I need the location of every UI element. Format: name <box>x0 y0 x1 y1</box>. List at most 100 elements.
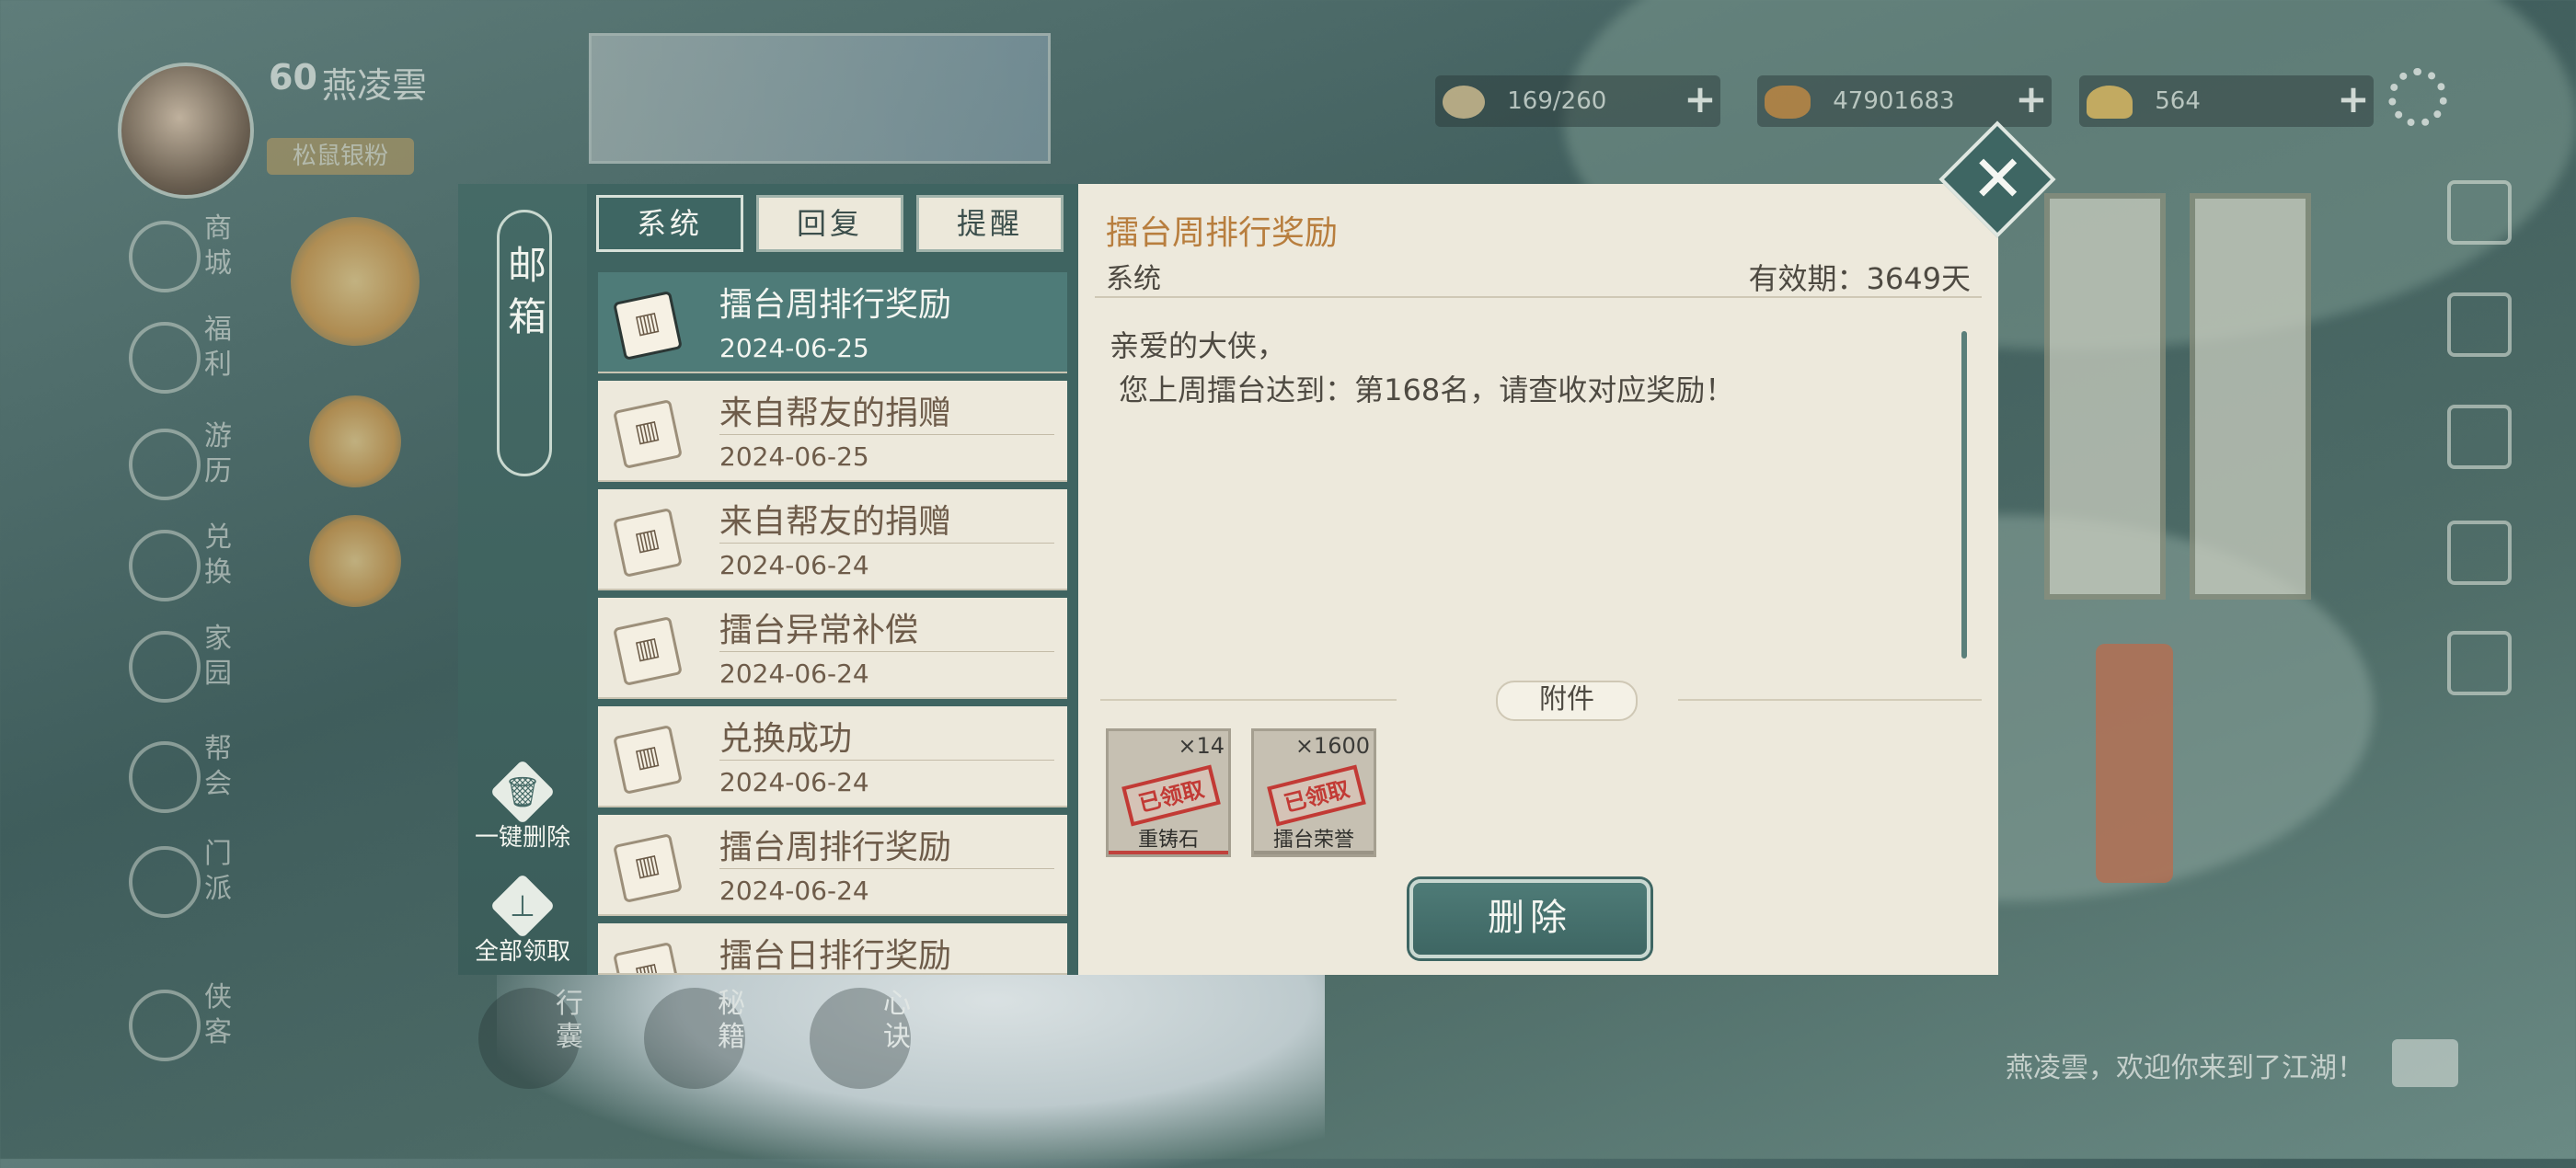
event-orb-icon[interactable] <box>291 217 420 346</box>
mail-item-date: 2024-06-25 <box>719 333 869 363</box>
add-coin-button[interactable]: + <box>2009 79 2053 123</box>
mail-body-line: 亲爱的大侠， <box>1110 328 1287 363</box>
tab-system[interactable]: 系统 <box>596 195 743 252</box>
mail-icon: ▥ <box>613 291 683 361</box>
claimed-stamp: 已领取 <box>1121 764 1221 827</box>
trash-icon: 🗑 <box>489 759 556 825</box>
claim-icon: ⊥ <box>489 873 556 939</box>
event-orb-icon[interactable] <box>309 515 401 607</box>
coin-counter: 47901683 + <box>1757 75 2052 127</box>
nav-hero[interactable]: 侠客 <box>120 980 239 1072</box>
mail-item-date: 2024-06-24 <box>719 876 869 906</box>
ingot-value: 564 <box>2155 87 2201 115</box>
claim-all-button[interactable]: ⊥ 全部领取 <box>458 873 587 967</box>
stamina-value: 169/260 <box>1507 87 1607 115</box>
mail-list-item[interactable]: ▥ 来自帮友的捐赠 2024-06-24 <box>598 489 1067 590</box>
delete-all-button[interactable]: 🗑 一键删除 <box>458 759 587 853</box>
mailbox-title-text: 邮箱 <box>508 243 547 339</box>
right-menu-icon[interactable] <box>2447 405 2512 469</box>
mail-icon: ▥ <box>613 833 683 903</box>
tab-reply[interactable]: 回复 <box>756 195 903 252</box>
player-name: 燕凌雲 <box>322 65 428 106</box>
mail-icon: ▥ <box>613 508 683 578</box>
home-icon <box>129 631 201 703</box>
attachment-name: 擂台荣誉 <box>1272 829 1354 852</box>
rarity-bar <box>1254 851 1374 854</box>
rarity-bar <box>1109 851 1228 854</box>
attachment-count: ×1600 <box>1294 733 1370 759</box>
mail-item-title: 擂台周排行奖励 <box>719 829 952 866</box>
mail-icon: ▥ <box>613 399 683 469</box>
close-icon: ✕ <box>1971 141 2026 217</box>
sect-icon <box>129 846 201 918</box>
mail-item-date: 2024-06-24 <box>719 767 869 797</box>
mail-item-title: 擂台日排行奖励 <box>719 937 952 975</box>
mail-list-item[interactable]: ▥ 擂台异常补偿 2024-06-24 <box>598 598 1067 699</box>
player-title-badge: 松鼠银粉 <box>267 138 414 175</box>
right-menu-icon[interactable] <box>2447 292 2512 357</box>
background-banner <box>2096 644 2173 883</box>
nav-exchange[interactable]: 兑换 <box>120 521 239 613</box>
event-orb-icon[interactable] <box>309 395 401 487</box>
stamina-counter: 169/260 + <box>1435 75 1720 127</box>
event-banner[interactable] <box>589 33 1051 164</box>
divider <box>1095 296 1982 298</box>
right-menu-icon[interactable] <box>2447 521 2512 585</box>
gift-icon <box>129 322 201 394</box>
add-stamina-button[interactable]: + <box>1678 79 1722 123</box>
nav-travel[interactable]: 游历 <box>120 419 239 511</box>
nav-sect[interactable]: 门派 <box>120 837 239 929</box>
mail-list-item[interactable]: ▥ 擂台周排行奖励 2024-06-25 <box>598 272 1067 373</box>
nav-home[interactable]: 家园 <box>120 622 239 714</box>
shortcut-manual[interactable]: 秘籍 <box>644 988 745 1089</box>
mail-icon: ▥ <box>613 725 683 795</box>
shortcut-label: 心诀 <box>883 988 911 1053</box>
mail-icon: ▥ <box>613 616 683 686</box>
mailbox-window: 邮箱 🗑 一键删除 ⊥ 全部领取 系统 回复 提醒 ▥ 擂台周排行奖励 2024… <box>458 184 1998 975</box>
nav-guild[interactable]: 帮会 <box>120 732 239 824</box>
attachment-item[interactable]: ×1600 已领取 擂台荣誉 <box>1251 728 1376 857</box>
horse-icon <box>129 429 201 500</box>
nav-welfare[interactable]: 福利 <box>120 313 239 405</box>
divider <box>719 434 1054 435</box>
mail-item-title: 兑换成功 <box>719 720 853 758</box>
shortcut-bag[interactable]: 行囊 <box>478 988 583 1089</box>
mail-body-scrollbar[interactable] <box>1961 331 1967 658</box>
player-avatar[interactable] <box>118 63 254 199</box>
mail-list-item[interactable]: ▥ 擂台周排行奖励 2024-06-24 <box>598 815 1067 916</box>
delete-mail-button[interactable]: 删除 <box>1409 879 1650 958</box>
right-menu-icon[interactable] <box>2447 631 2512 695</box>
divider <box>719 651 1054 652</box>
mail-item-title: 来自帮友的捐赠 <box>719 395 952 432</box>
attachments-header: 附件 <box>1100 681 1982 721</box>
mail-list-item[interactable]: ▥ 来自帮友的捐赠 2024-06-25 <box>598 381 1067 482</box>
nav-shop[interactable]: 商城 <box>120 212 239 303</box>
background-scroll <box>2044 193 2166 600</box>
mail-detail-title: 擂台周排行奖励 <box>1106 214 1339 252</box>
exchange-icon <box>129 530 201 601</box>
divider <box>1678 699 1982 701</box>
delete-all-label: 一键删除 <box>474 824 570 852</box>
settings-gear-icon[interactable] <box>2388 68 2447 127</box>
mail-item-date: 2024-06-24 <box>719 550 869 580</box>
ingot-icon <box>2087 85 2133 119</box>
hero-icon <box>129 990 201 1061</box>
right-menu-icon[interactable] <box>2447 180 2512 245</box>
chat-bubble-icon[interactable] <box>2392 1039 2458 1087</box>
tab-reminder[interactable]: 提醒 <box>916 195 1064 252</box>
mailbox-sidebar: 邮箱 🗑 一键删除 ⊥ 全部领取 <box>458 184 587 975</box>
attachment-name: 重铸石 <box>1137 829 1199 852</box>
ingot-counter: 564 + <box>2079 75 2374 127</box>
player-level: 60 <box>269 57 317 97</box>
add-ingot-button[interactable]: + <box>2331 79 2375 123</box>
attachment-item[interactable]: ×14 已领取 重铸石 <box>1106 728 1231 857</box>
mail-item-title: 擂台周排行奖励 <box>719 286 952 324</box>
mail-icon: ▥ <box>613 942 683 973</box>
claimed-stamp: 已领取 <box>1267 764 1366 827</box>
mail-list-item[interactable]: ▥ 擂台日排行奖励 <box>598 923 1067 975</box>
mail-item-title: 擂台异常补偿 <box>719 612 919 649</box>
divider <box>1100 699 1397 701</box>
mail-list-item[interactable]: ▥ 兑换成功 2024-06-24 <box>598 706 1067 807</box>
coin-icon <box>1765 85 1811 119</box>
shortcut-mind[interactable]: 心诀 <box>810 988 911 1089</box>
